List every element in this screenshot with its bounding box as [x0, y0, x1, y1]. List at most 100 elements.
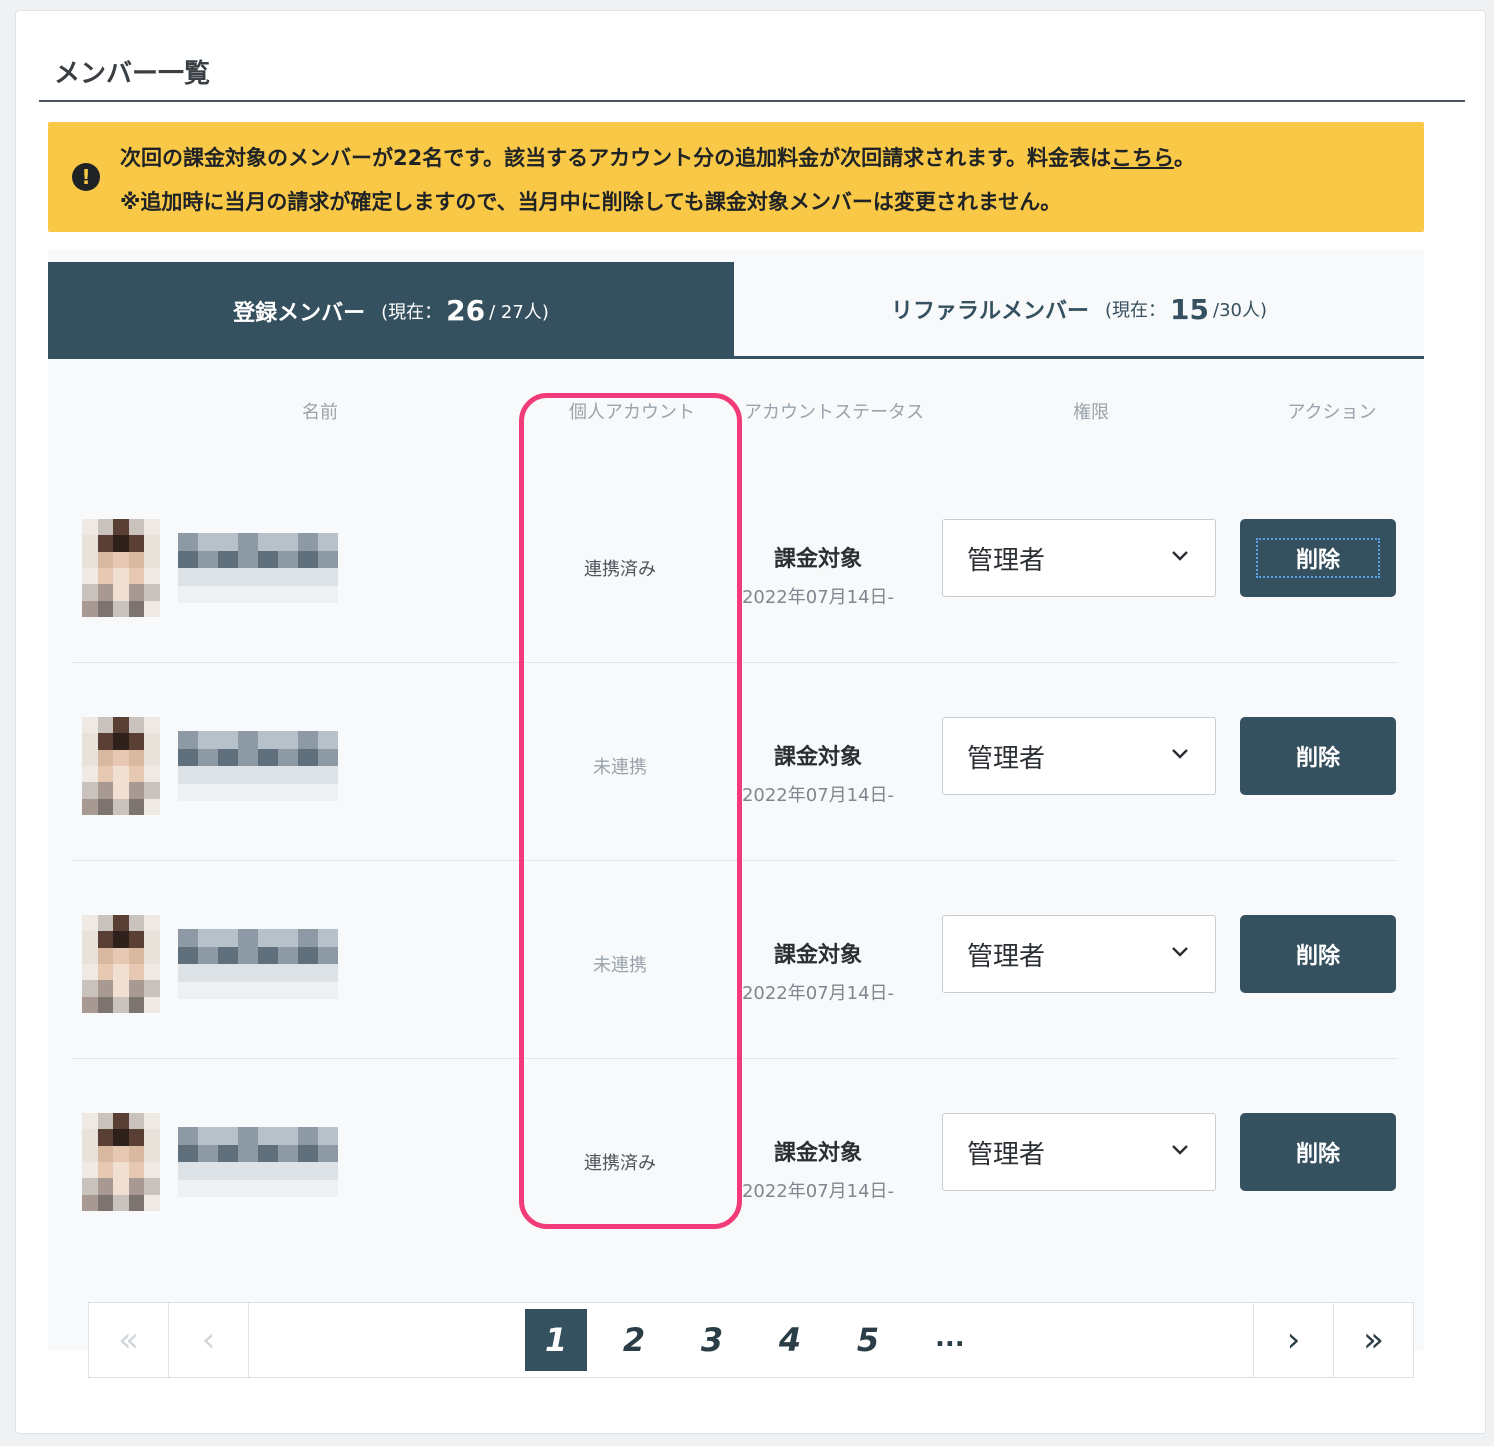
pricing-link[interactable]: こちら	[1111, 146, 1174, 170]
name-pixel	[318, 946, 338, 964]
avatar-pixel	[82, 1129, 98, 1146]
tab-registered-members[interactable]: 登録メンバー (現在： 26 / 27人)	[48, 262, 734, 359]
avatar-pixel	[144, 915, 160, 932]
name-pixel	[258, 981, 278, 999]
name-pixel	[218, 533, 238, 551]
chevron-down-icon	[1172, 551, 1188, 561]
name-pixel	[258, 929, 278, 947]
avatar-pixel	[97, 947, 114, 964]
avatar-pixel	[97, 535, 114, 552]
avatar-pixel	[97, 568, 114, 585]
avatar-pixel	[144, 931, 160, 948]
role-value: 管理者	[967, 545, 1046, 576]
name-pixel	[258, 946, 278, 964]
avatar-pixel	[113, 568, 129, 585]
delete-button[interactable]: 削除	[1240, 1113, 1396, 1191]
name-pixel	[278, 783, 298, 801]
delete-label: 削除	[1295, 944, 1340, 969]
tab-referral-members[interactable]: リファラルメンバー (現在： 15 /30人)	[734, 262, 1424, 359]
name-pixel	[278, 1179, 298, 1197]
name-pixel	[298, 568, 318, 586]
name-pixel	[178, 766, 198, 784]
name-pixel	[258, 1144, 278, 1162]
page-button-2[interactable]: 2	[603, 1309, 665, 1371]
role-select[interactable]: 管理者	[942, 717, 1216, 795]
role-select[interactable]: 管理者	[942, 915, 1216, 993]
avatar-pixel	[128, 798, 145, 815]
avatar-pixel	[97, 964, 114, 981]
name-pixel	[258, 533, 278, 551]
billing-notice: ! 次回の課金対象のメンバーが22名です。該当するアカウント分の追加料金が次回請…	[48, 122, 1424, 232]
name-pixel	[298, 550, 318, 568]
next-page-button[interactable]: ›	[1253, 1303, 1333, 1377]
avatar-pixel	[82, 584, 98, 601]
avatar-pixel	[97, 749, 114, 766]
avatar-pixel	[82, 996, 98, 1013]
avatar-pixel	[97, 980, 114, 997]
avatar-pixel	[82, 519, 98, 536]
role-value: 管理者	[967, 941, 1046, 972]
name-pixel	[238, 748, 258, 766]
name-pixel	[198, 585, 218, 603]
table-row: 連携済み 課金対象 2022年07月14日- 管理者 削除	[72, 467, 1398, 665]
avatar-pixel	[144, 782, 160, 799]
tab-count-prefix: (現在：	[381, 301, 443, 323]
avatar	[82, 717, 160, 815]
avatar-pixel	[113, 535, 129, 552]
delete-button[interactable]: 削除	[1240, 519, 1396, 597]
page-button-3[interactable]: 3	[681, 1309, 743, 1371]
avatar-pixel	[82, 1145, 98, 1162]
role-select[interactable]: 管理者	[942, 1113, 1216, 1191]
avatar-pixel	[113, 551, 129, 568]
name-pixel	[198, 964, 218, 982]
name-pixel	[318, 731, 338, 749]
page-button-5[interactable]: 5	[837, 1309, 899, 1371]
notice-line-2: ※追加時に当月の請求が確定しますので、当月中に削除しても課金対象メンバーは変更さ…	[120, 190, 1062, 214]
status-date: 2022年07月14日-	[741, 587, 895, 608]
avatar-pixel	[97, 584, 114, 601]
name-pixel	[198, 766, 218, 784]
column-header-role: 権限	[1073, 402, 1109, 423]
member-panel: 登録メンバー (現在： 26 / 27人) リファラルメンバー (現在： 15 …	[48, 250, 1424, 1350]
avatar-pixel	[128, 1178, 145, 1195]
first-page-button[interactable]: «	[89, 1303, 169, 1377]
delete-button[interactable]: 削除	[1240, 717, 1396, 795]
name-pixel	[218, 964, 238, 982]
name-pixel	[218, 766, 238, 784]
table-row: 未連携 課金対象 2022年07月14日- 管理者 削除	[72, 665, 1398, 863]
prev-page-button[interactable]: ‹	[169, 1303, 249, 1377]
name-pixel	[178, 1162, 198, 1180]
avatar-pixel	[128, 1113, 145, 1130]
name-pixel	[198, 981, 218, 999]
avatar-pixel	[144, 733, 160, 750]
member-name-blurred	[178, 1127, 338, 1197]
name-pixel	[318, 748, 338, 766]
page-button-1[interactable]: 1	[525, 1309, 587, 1371]
name-pixel	[258, 783, 278, 801]
name-pixel	[278, 766, 298, 784]
avatar-pixel	[82, 798, 98, 815]
name-pixel	[198, 568, 218, 586]
role-select[interactable]: 管理者	[942, 519, 1216, 597]
avatar-pixel	[97, 1113, 114, 1130]
avatar-pixel	[113, 733, 129, 750]
avatar-pixel	[113, 964, 129, 981]
page-button-4[interactable]: 4	[759, 1309, 821, 1371]
avatar-pixel	[113, 980, 129, 997]
name-pixel	[298, 533, 318, 551]
name-pixel	[278, 1162, 298, 1180]
member-name-blurred	[178, 533, 338, 603]
avatar-pixel	[144, 1194, 160, 1211]
name-pixel	[218, 585, 238, 603]
personal-account-status: 連携済み	[584, 1153, 656, 1174]
name-pixel	[238, 981, 258, 999]
last-page-button[interactable]: »	[1333, 1303, 1413, 1377]
column-header-name: 名前	[302, 402, 338, 423]
avatar-pixel	[82, 568, 98, 585]
name-pixel	[178, 1144, 198, 1162]
name-pixel	[318, 568, 338, 586]
delete-button[interactable]: 削除	[1240, 915, 1396, 993]
personal-account-status: 連携済み	[584, 559, 656, 580]
name-pixel	[238, 731, 258, 749]
name-pixel	[318, 766, 338, 784]
